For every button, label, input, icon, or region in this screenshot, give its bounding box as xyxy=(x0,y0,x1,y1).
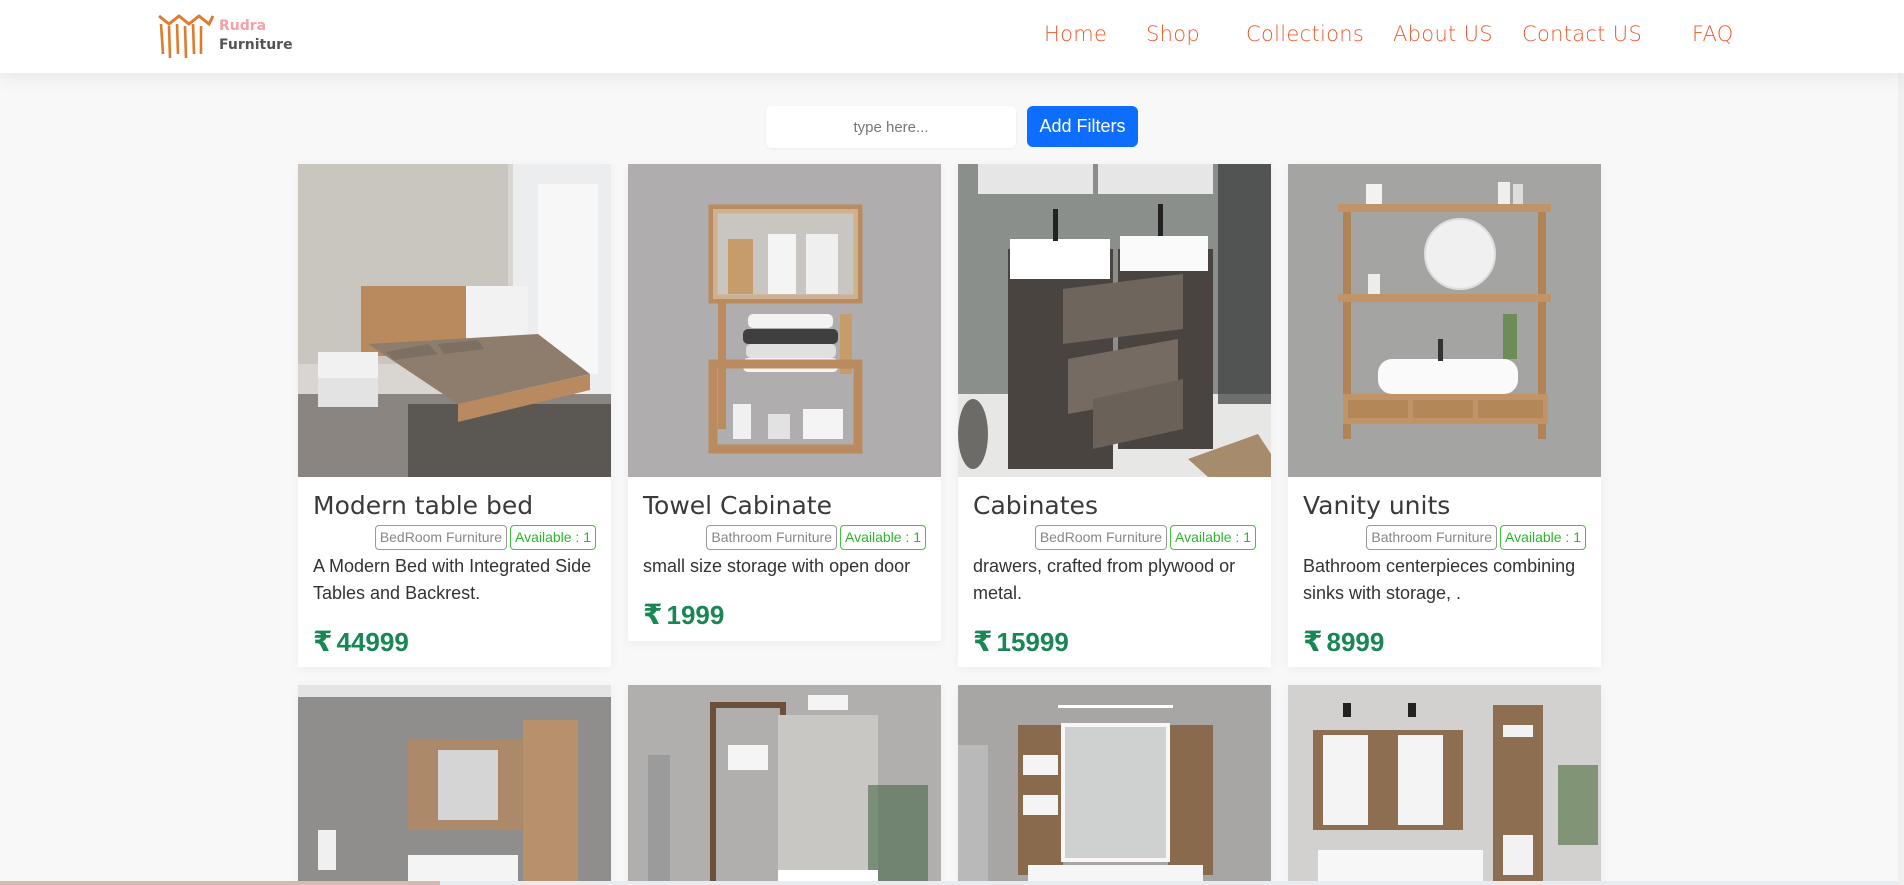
product-card[interactable]: Modern table bed BedRoom Furniture Avail… xyxy=(298,164,611,667)
product-card[interactable]: Towel Cabinate Bathroom Furniture Availa… xyxy=(628,164,941,641)
product-tags: Bathroom Furniture Available : 1 xyxy=(706,525,926,550)
category-badge: Bathroom Furniture xyxy=(706,525,837,550)
availability-badge: Available : 1 xyxy=(839,525,926,550)
price-value: 44999 xyxy=(336,627,409,657)
product-price: ₹8999 xyxy=(1303,625,1384,658)
rupee-icon: ₹ xyxy=(1303,626,1323,657)
nav-collections[interactable]: Collections xyxy=(1246,22,1364,46)
product-title: Vanity units xyxy=(1303,491,1451,520)
product-tags: BedRoom Furniture Available : 1 xyxy=(374,525,596,550)
product-card[interactable] xyxy=(298,685,611,885)
product-title: Towel Cabinate xyxy=(643,491,832,520)
horizontal-scrollbar[interactable] xyxy=(0,881,1904,885)
search-box xyxy=(766,106,1016,148)
price-value: 8999 xyxy=(1326,627,1385,657)
product-description: A Modern Bed with Integrated Side Tables… xyxy=(313,556,592,603)
nav-contact[interactable]: Contact US xyxy=(1522,22,1642,46)
product-card[interactable]: Vanity units Bathroom Furniture Availabl… xyxy=(1288,164,1601,667)
rupee-icon: ₹ xyxy=(313,626,333,657)
product-tags: Bathroom Furniture Available : 1 xyxy=(1366,525,1586,550)
nav-links: Home Shop Collections About US Contact U… xyxy=(0,22,1904,52)
product-card[interactable] xyxy=(1288,685,1601,885)
rupee-icon: ₹ xyxy=(973,626,993,657)
product-image[interactable] xyxy=(298,164,611,477)
nav-about[interactable]: About US xyxy=(1393,22,1493,46)
product-description: drawers, crafted from plywood or metal. xyxy=(973,556,1236,603)
product-card[interactable] xyxy=(628,685,941,885)
product-tags: BedRoom Furniture Available : 1 xyxy=(1034,525,1256,550)
product-image[interactable] xyxy=(298,685,611,885)
availability-badge: Available : 1 xyxy=(1499,525,1586,550)
product-image[interactable] xyxy=(958,164,1271,477)
category-badge: BedRoom Furniture xyxy=(1034,525,1167,550)
price-value: 1999 xyxy=(666,600,725,630)
product-title: Cabinates xyxy=(973,491,1098,520)
product-title: Modern table bed xyxy=(313,491,534,520)
availability-badge: Available : 1 xyxy=(509,525,596,550)
search-input[interactable] xyxy=(766,106,1016,148)
product-card[interactable]: Cabinates BedRoom Furniture Available : … xyxy=(958,164,1271,667)
availability-badge: Available : 1 xyxy=(1169,525,1256,550)
product-image[interactable] xyxy=(628,164,941,477)
navbar: Rudra Furniture Home Shop Collections Ab… xyxy=(0,0,1904,73)
product-image[interactable] xyxy=(958,685,1271,885)
vertical-scrollbar[interactable] xyxy=(1898,0,1904,885)
product-price: ₹1999 xyxy=(643,598,724,631)
product-price: ₹44999 xyxy=(313,625,409,658)
category-badge: BedRoom Furniture xyxy=(374,525,507,550)
nav-home[interactable]: Home xyxy=(1044,22,1107,46)
price-value: 15999 xyxy=(996,627,1069,657)
add-filters-button[interactable]: Add Filters xyxy=(1027,106,1138,147)
product-card[interactable] xyxy=(958,685,1271,885)
horizontal-scroll-thumb[interactable] xyxy=(0,881,440,885)
category-badge: Bathroom Furniture xyxy=(1366,525,1497,550)
product-price: ₹15999 xyxy=(973,625,1069,658)
product-description: small size storage with open door xyxy=(643,556,911,576)
nav-shop[interactable]: Shop xyxy=(1146,22,1200,46)
rupee-icon: ₹ xyxy=(643,599,663,630)
product-description: Bathroom centerpieces combining sinks wi… xyxy=(1303,556,1576,603)
product-image[interactable] xyxy=(1288,164,1601,477)
product-image[interactable] xyxy=(1288,685,1601,885)
product-image[interactable] xyxy=(628,685,941,885)
nav-faq[interactable]: FAQ xyxy=(1692,22,1734,46)
